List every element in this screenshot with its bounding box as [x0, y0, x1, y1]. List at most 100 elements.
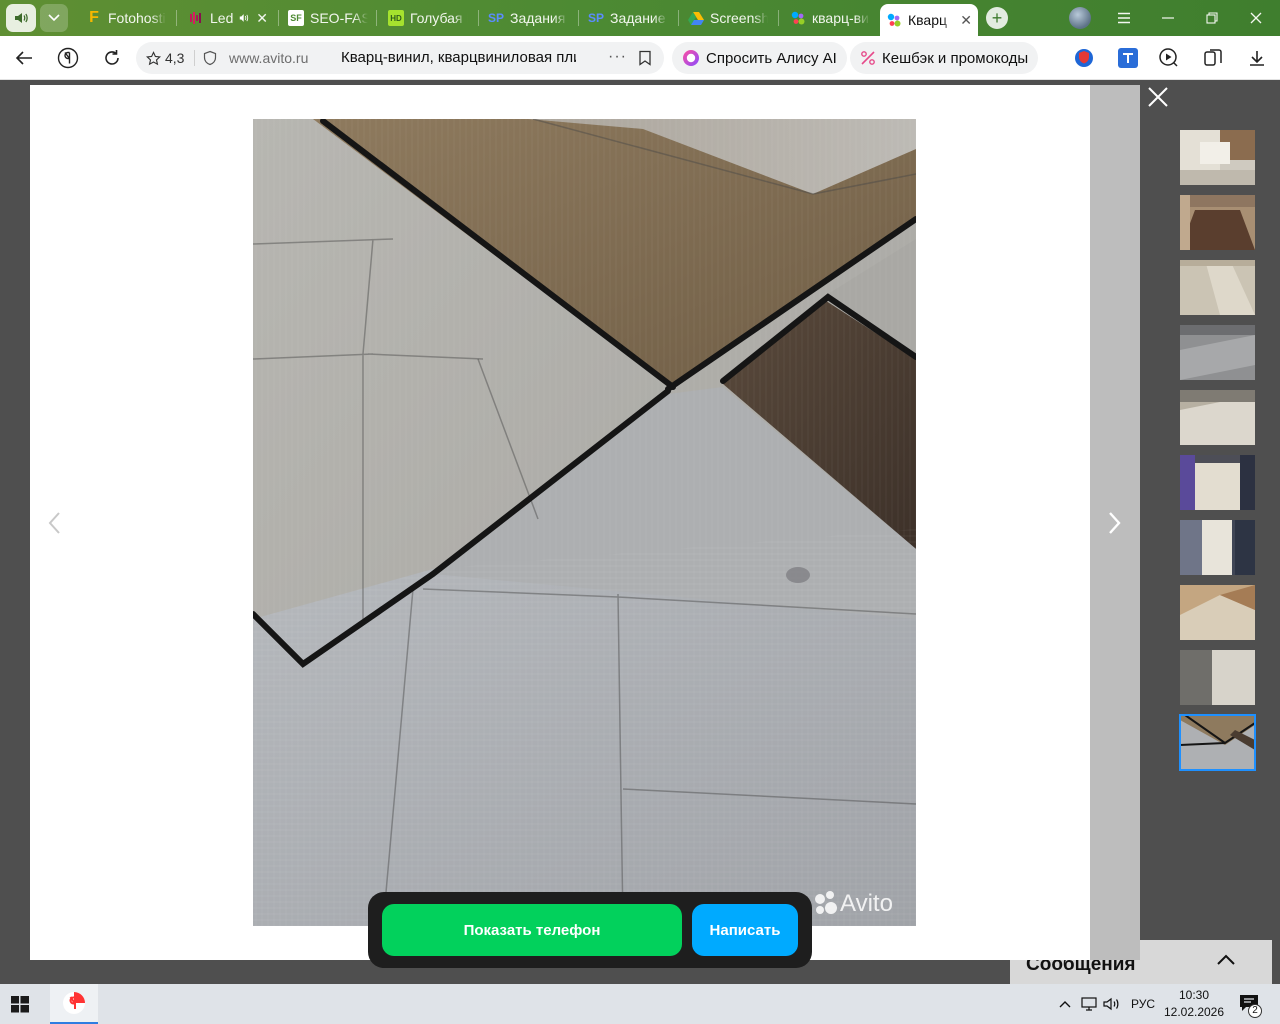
watermark-text: Avito [840, 890, 893, 917]
speaker-icon [15, 13, 28, 23]
tab-separator [578, 10, 579, 26]
extension-translate-icon[interactable] [1116, 46, 1140, 70]
tab-audio-icon[interactable] [239, 12, 250, 24]
thumbnail-7[interactable] [1180, 520, 1255, 575]
thumbnail-5[interactable] [1180, 390, 1255, 445]
omnibox-divider [194, 50, 195, 66]
tab-zadaniya[interactable]: SP Задания [482, 4, 574, 32]
hamburger-menu-icon [1118, 12, 1130, 24]
tab-kvarc-active[interactable]: Кварц ✕ [880, 4, 978, 36]
windows-taskbar: РУС 10:30 12.02.2026 [0, 984, 1280, 1024]
sp-favicon-icon: SP [588, 11, 605, 25]
tab-separator [376, 10, 377, 26]
tab-led[interactable]: Led ✕ [182, 4, 274, 32]
chevron-left-icon [48, 512, 60, 534]
fotohosting-favicon-icon: F [89, 9, 99, 26]
new-tab-button[interactable]: + [986, 7, 1008, 29]
tray-overflow-button[interactable] [1054, 984, 1076, 1024]
previous-image-button[interactable] [44, 508, 64, 538]
reload-button[interactable] [98, 44, 126, 72]
close-window-button[interactable] [1234, 0, 1278, 36]
windows-start-button[interactable] [8, 992, 32, 1016]
contact-action-bar: Показать телефон Написать [368, 892, 812, 968]
ask-alice-button[interactable]: Спросить Алису AI [672, 42, 847, 74]
percent-icon [861, 51, 875, 65]
address-bar[interactable]: 4,3 www.avito.ru Кварц-винил, кварцвинил… [136, 42, 664, 74]
tab-seo-fast[interactable]: SF SEO-FAST [282, 4, 374, 32]
tabs-dropdown-button[interactable] [40, 4, 68, 32]
led-favicon-icon [188, 10, 204, 26]
next-image-button[interactable] [1105, 508, 1125, 538]
tab-kvarc-vinil[interactable]: кварц-ви [784, 4, 876, 32]
tab-close-icon[interactable]: ✕ [256, 10, 268, 27]
thumbnail-2[interactable] [1180, 195, 1255, 250]
star-icon [146, 50, 161, 65]
cashback-button[interactable]: Кешбэк и промокоды [850, 42, 1039, 74]
yandex-home-button[interactable] [54, 44, 82, 72]
volume-icon[interactable] [1101, 984, 1123, 1024]
show-phone-button[interactable]: Показать телефон [382, 904, 682, 956]
close-viewer-button[interactable] [1144, 83, 1172, 111]
input-language[interactable]: РУС [1126, 984, 1160, 1024]
seo-fast-favicon-icon: SF [288, 10, 304, 26]
close-icon [1148, 87, 1168, 107]
alice-icon [683, 50, 699, 66]
tab-golubaya[interactable]: HD Голубая Е [382, 4, 474, 32]
main-photo: Avito [253, 119, 916, 926]
thumbnail-9[interactable] [1180, 650, 1255, 705]
collections-icon[interactable] [1201, 46, 1225, 70]
network-icon[interactable] [1078, 984, 1100, 1024]
profile-avatar[interactable] [1069, 7, 1091, 29]
windows-logo-icon [11, 996, 29, 1013]
tab-zadanie[interactable]: SP Задание [582, 4, 674, 32]
reload-icon [105, 50, 119, 65]
download-icon[interactable] [1245, 46, 1269, 70]
avito-favicon-icon [886, 12, 902, 28]
back-button[interactable] [10, 44, 38, 72]
tab-close-icon[interactable]: ✕ [960, 12, 972, 29]
yandex-logo-icon [57, 47, 79, 69]
thumbnail-8[interactable] [1180, 585, 1255, 640]
restore-button[interactable] [1190, 0, 1234, 36]
tab-separator [278, 10, 279, 26]
thumbnail-10-selected[interactable] [1179, 714, 1256, 771]
taskbar-yandex-browser[interactable] [50, 984, 98, 1024]
page-title[interactable]: Кварц-винил, кварцвиниловая плитка [341, 42, 576, 74]
tab-separator [778, 10, 779, 26]
chevron-up-icon[interactable] [1214, 952, 1238, 973]
thumbnail-4[interactable] [1180, 325, 1255, 380]
tab-screenshot[interactable]: Screenshot [682, 4, 774, 32]
tab-fotohosting[interactable]: F Fotohosting [80, 4, 172, 32]
thumbnail-6[interactable] [1180, 455, 1255, 510]
sp-favicon-icon: SP [488, 11, 505, 25]
google-drive-icon [688, 10, 704, 26]
thumbnail-3[interactable] [1180, 260, 1255, 315]
arrow-left-icon [15, 51, 32, 65]
video-icon[interactable] [1157, 46, 1181, 70]
security-shield-icon[interactable] [202, 50, 218, 71]
minimize-button[interactable] [1146, 0, 1190, 36]
write-message-button[interactable]: Написать [692, 904, 798, 956]
notification-count-badge: 2 [1248, 1004, 1262, 1018]
tab-separator [478, 10, 479, 26]
chevron-up-icon [1059, 1001, 1071, 1008]
browser-toolbar: 4,3 www.avito.ru Кварц-винил, кварцвинил… [0, 36, 1280, 80]
taskbar-clock[interactable]: 10:30 12.02.2026 [1160, 987, 1228, 1021]
thumbnail-1[interactable] [1180, 130, 1255, 185]
tab-strip: F Fotohosting Led ✕ SF SEO-FAST HD Голуб… [0, 0, 1280, 36]
extension-shield-icon[interactable] [1072, 46, 1096, 70]
tab-separator [176, 10, 177, 26]
more-dots-icon[interactable]: ··· [608, 42, 627, 72]
sound-button[interactable] [6, 4, 36, 32]
close-icon [1250, 12, 1262, 24]
site-rating[interactable]: 4,3 [146, 42, 184, 74]
minimize-icon [1162, 17, 1174, 19]
restore-icon [1206, 12, 1218, 24]
browser-menu-button[interactable] [1102, 0, 1146, 36]
chevron-right-icon [1109, 512, 1121, 534]
clock-time: 10:30 [1178, 988, 1210, 1002]
avito-favicon-icon [790, 10, 806, 26]
yandex-browser-icon [63, 992, 85, 1014]
url-domain[interactable]: www.avito.ru [229, 42, 308, 74]
bookmark-icon[interactable] [638, 50, 652, 71]
